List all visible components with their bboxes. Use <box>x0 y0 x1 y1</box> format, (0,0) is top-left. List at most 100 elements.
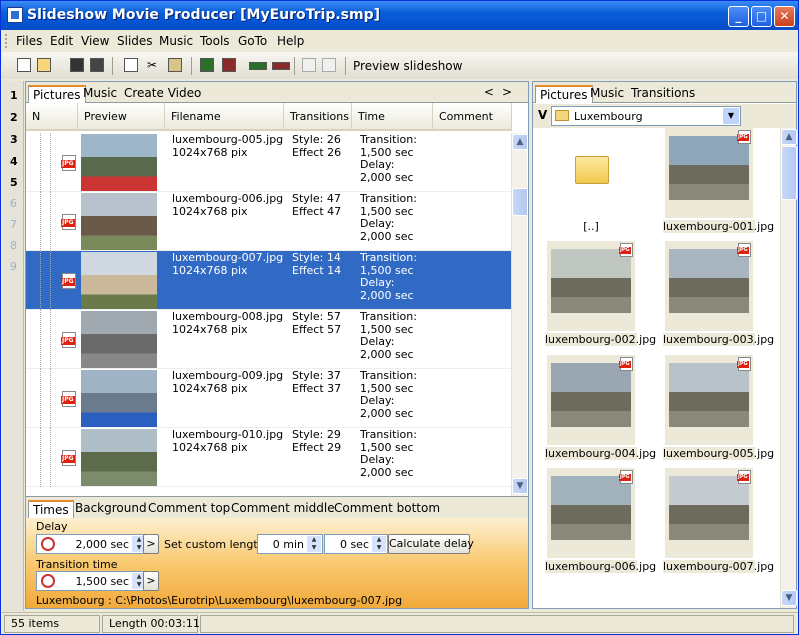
remove-slide-icon[interactable] <box>222 58 236 72</box>
slide-thumbnail[interactable] <box>81 252 157 309</box>
custom-min-spinner[interactable]: ▲ ▼ <box>307 536 321 552</box>
column-transitions[interactable]: Transitions <box>284 103 352 131</box>
save-icon[interactable] <box>70 58 84 72</box>
table-row[interactable]: JPG luxembourg-010.jpg 1024x768 pix Style: … <box>26 428 512 487</box>
transition-style: Style: 26 <box>292 133 341 146</box>
picture-item[interactable]: JPG luxembourg-007.jpg <box>663 468 774 578</box>
custom-sec-spinner[interactable]: ▲ ▼ <box>372 536 386 552</box>
maximize-button[interactable]: □ <box>751 6 772 27</box>
menu-help[interactable]: Help <box>277 34 304 48</box>
jpg-file-icon: JPG <box>737 243 751 257</box>
slides-scrollbar[interactable]: ▲ ▼ <box>511 133 528 496</box>
row-number: 6 <box>10 197 17 210</box>
folder-dropdown[interactable]: Luxembourg ▼ <box>551 106 741 126</box>
scroll-down-button[interactable]: ▼ <box>781 590 797 606</box>
row-number: 7 <box>10 218 17 231</box>
slide-thumbnail[interactable] <box>81 370 157 427</box>
tab-comment-bottom[interactable]: Comment bottom <box>330 500 444 518</box>
column-comment[interactable]: Comment <box>433 103 512 131</box>
transition-cell: Style: 37 Effect 37 <box>292 369 342 395</box>
tab-browser-pictures[interactable]: Pictures <box>535 85 593 103</box>
tab-pictures[interactable]: Pictures <box>28 85 86 103</box>
folder-icon <box>555 110 569 121</box>
close-button[interactable]: ✕ <box>774 6 795 27</box>
parent-folder-item[interactable]: [..] <box>545 128 637 238</box>
table-row[interactable]: JPG luxembourg-006.jpg 1024x768 pix Style: … <box>26 192 512 251</box>
drive-label[interactable]: V <box>538 108 547 122</box>
scroll-up-button[interactable]: ▲ <box>512 134 528 150</box>
column-time[interactable]: Time <box>352 103 433 131</box>
tab-music[interactable]: Music <box>79 85 121 103</box>
tab-scroll-arrows[interactable]: <> <box>484 85 520 99</box>
slides-panel: Pictures Music Create Video <> N Preview… <box>25 81 529 609</box>
column-n[interactable]: N <box>26 103 78 131</box>
menu-edit[interactable]: Edit <box>50 34 73 48</box>
tab-create-video[interactable]: Create Video <box>120 85 205 103</box>
title-bar[interactable]: Slideshow Movie Producer [MyEuroTrip.smp… <box>1 1 798 30</box>
minimize-button[interactable]: _ <box>728 6 749 27</box>
add-music-icon[interactable] <box>249 62 267 70</box>
column-filename[interactable]: Filename <box>165 103 284 131</box>
picture-item[interactable]: JPG luxembourg-003.jpg <box>663 241 774 351</box>
picture-item[interactable]: JPG luxembourg-006.jpg <box>545 468 656 578</box>
transition-next-button[interactable]: > <box>143 571 159 591</box>
preview-slideshow-button[interactable]: Preview slideshow <box>353 59 462 73</box>
copy-icon[interactable] <box>124 58 138 72</box>
slide-thumbnail[interactable] <box>81 134 157 191</box>
picture-item[interactable]: JPG luxembourg-001.jpg <box>663 128 774 238</box>
row-number: 2 <box>10 111 18 124</box>
picture-item[interactable]: JPG luxembourg-005.jpg <box>663 355 774 465</box>
transition-effect: Effect 37 <box>292 381 342 395</box>
tab-next-button[interactable]: > <box>502 85 520 99</box>
save-all-icon[interactable] <box>90 58 104 72</box>
scroll-up-button[interactable]: ▲ <box>781 129 797 145</box>
transition-style: Style: 14 <box>292 251 341 264</box>
app-icon[interactable] <box>7 7 23 23</box>
menu-music[interactable]: Music <box>159 34 193 48</box>
table-row[interactable]: JPG luxembourg-009.jpg 1024x768 pix Style: … <box>26 369 512 428</box>
tab-comment-top[interactable]: Comment top <box>144 500 234 518</box>
column-preview[interactable]: Preview <box>78 103 165 131</box>
cut-icon[interactable]: ✂ <box>147 58 161 72</box>
chevron-down-icon[interactable]: ▼ <box>723 108 739 124</box>
open-folder-icon[interactable] <box>37 58 51 72</box>
paste-icon[interactable] <box>168 58 182 72</box>
table-row[interactable]: JPG luxembourg-008.jpg 1024x768 pix Style: … <box>26 310 512 369</box>
menu-view[interactable]: View <box>81 34 109 48</box>
picture-item[interactable]: JPG luxembourg-002.jpg <box>545 241 656 351</box>
scroll-down-button[interactable]: ▼ <box>512 478 528 494</box>
scroll-thumb[interactable] <box>781 146 797 200</box>
slide-thumbnail[interactable] <box>81 193 157 250</box>
slide-thumbnail[interactable] <box>81 429 157 486</box>
delay-next-button[interactable]: > <box>143 534 159 554</box>
tab-times[interactable]: Times <box>28 500 74 518</box>
transition-remove-icon[interactable] <box>322 58 336 72</box>
table-row[interactable]: JPG luxembourg-005.jpg 1024x768 pix Style: … <box>26 133 512 192</box>
new-file-icon[interactable] <box>17 58 31 72</box>
custom-min-input[interactable]: 0 min ▲ ▼ <box>257 534 323 554</box>
menu-tools[interactable]: Tools <box>200 34 230 48</box>
table-row[interactable]: JPG luxembourg-007.jpg 1024x768 pix Style: … <box>26 251 512 310</box>
custom-sec-input[interactable]: 0 sec ▲ ▼ <box>324 534 388 554</box>
picture-item[interactable]: JPG luxembourg-004.jpg <box>545 355 656 465</box>
browser-scrollbar[interactable]: ▲ ▼ <box>780 128 797 608</box>
tab-prev-button[interactable]: < <box>484 85 502 99</box>
transition-time-input[interactable]: 1,500 sec ▲ ▼ <box>36 571 148 591</box>
scroll-thumb[interactable] <box>512 188 528 216</box>
tab-comment-middle[interactable]: Comment middle <box>227 500 339 518</box>
filename: luxembourg-010.jpg <box>172 428 284 441</box>
calculate-delay-button[interactable]: Calculate delay <box>388 534 474 554</box>
slide-thumbnail[interactable] <box>81 311 157 368</box>
add-slide-icon[interactable] <box>200 58 214 72</box>
tab-background[interactable]: Background <box>71 500 151 518</box>
tab-browser-transitions[interactable]: Transitions <box>627 85 699 103</box>
tab-browser-music[interactable]: Music <box>586 85 628 103</box>
menu-files[interactable]: Files <box>16 34 42 48</box>
remove-music-icon[interactable] <box>272 62 290 70</box>
transition-add-icon[interactable] <box>302 58 316 72</box>
menu-goto[interactable]: GoTo <box>238 34 267 48</box>
filename-cell: luxembourg-005.jpg 1024x768 pix <box>172 133 283 159</box>
menu-slides[interactable]: Slides <box>117 34 153 48</box>
jpg-file-icon: JPG <box>737 357 751 371</box>
delay-input[interactable]: 2,000 sec ▲ ▼ <box>36 534 148 554</box>
